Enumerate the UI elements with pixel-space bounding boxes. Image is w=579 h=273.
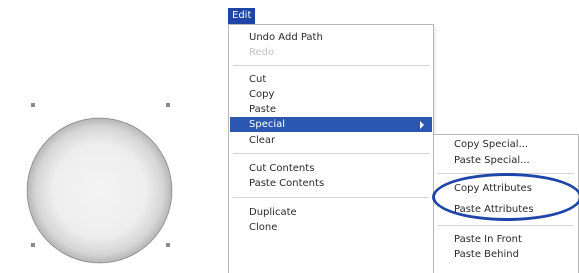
- selection-handle-top-left[interactable]: [31, 103, 35, 107]
- selection-handle-top-right[interactable]: [166, 103, 170, 107]
- canvas-area: [0, 0, 215, 272]
- clear-item[interactable]: Clear: [230, 133, 432, 148]
- selection-handle-bottom-left[interactable]: [31, 243, 35, 247]
- menu-separator: [233, 153, 429, 154]
- paste-attributes-item[interactable]: Paste Attributes: [435, 202, 577, 217]
- menu-separator: [438, 173, 574, 174]
- redo-item: Redo: [249, 47, 275, 58]
- menu-separator: [438, 225, 574, 226]
- edit-menu: Undo Add Path Redo Cut Copy Paste Specia…: [228, 24, 434, 273]
- special-item-label: Special: [249, 119, 286, 130]
- edit-menu-title[interactable]: Edit: [228, 8, 256, 24]
- special-item[interactable]: Special: [230, 117, 432, 132]
- undo-add-path-item[interactable]: Undo Add Path: [230, 30, 432, 45]
- paste-contents-item[interactable]: Paste Contents: [230, 176, 432, 191]
- paste-special-item[interactable]: Paste Special...: [435, 153, 577, 168]
- copy-special-item[interactable]: Copy Special...: [435, 137, 577, 152]
- paste-item[interactable]: Paste: [230, 102, 432, 117]
- cut-item[interactable]: Cut: [230, 72, 432, 87]
- clone-item[interactable]: Clone: [230, 220, 432, 235]
- special-submenu: Copy Special... Paste Special... Copy At…: [433, 134, 579, 273]
- duplicate-item[interactable]: Duplicate: [230, 205, 432, 220]
- cut-contents-item[interactable]: Cut Contents: [230, 161, 432, 176]
- submenu-arrow-icon: [420, 121, 424, 129]
- circle-object[interactable]: [27, 118, 172, 263]
- selection-handle-bottom-right[interactable]: [166, 243, 170, 247]
- paste-behind-item[interactable]: Paste Behind: [435, 247, 577, 262]
- menu-separator: [233, 197, 429, 198]
- menu-separator: [233, 65, 429, 66]
- paste-in-front-item[interactable]: Paste In Front: [435, 232, 577, 247]
- copy-item[interactable]: Copy: [230, 87, 432, 102]
- copy-attributes-item[interactable]: Copy Attributes: [435, 181, 577, 196]
